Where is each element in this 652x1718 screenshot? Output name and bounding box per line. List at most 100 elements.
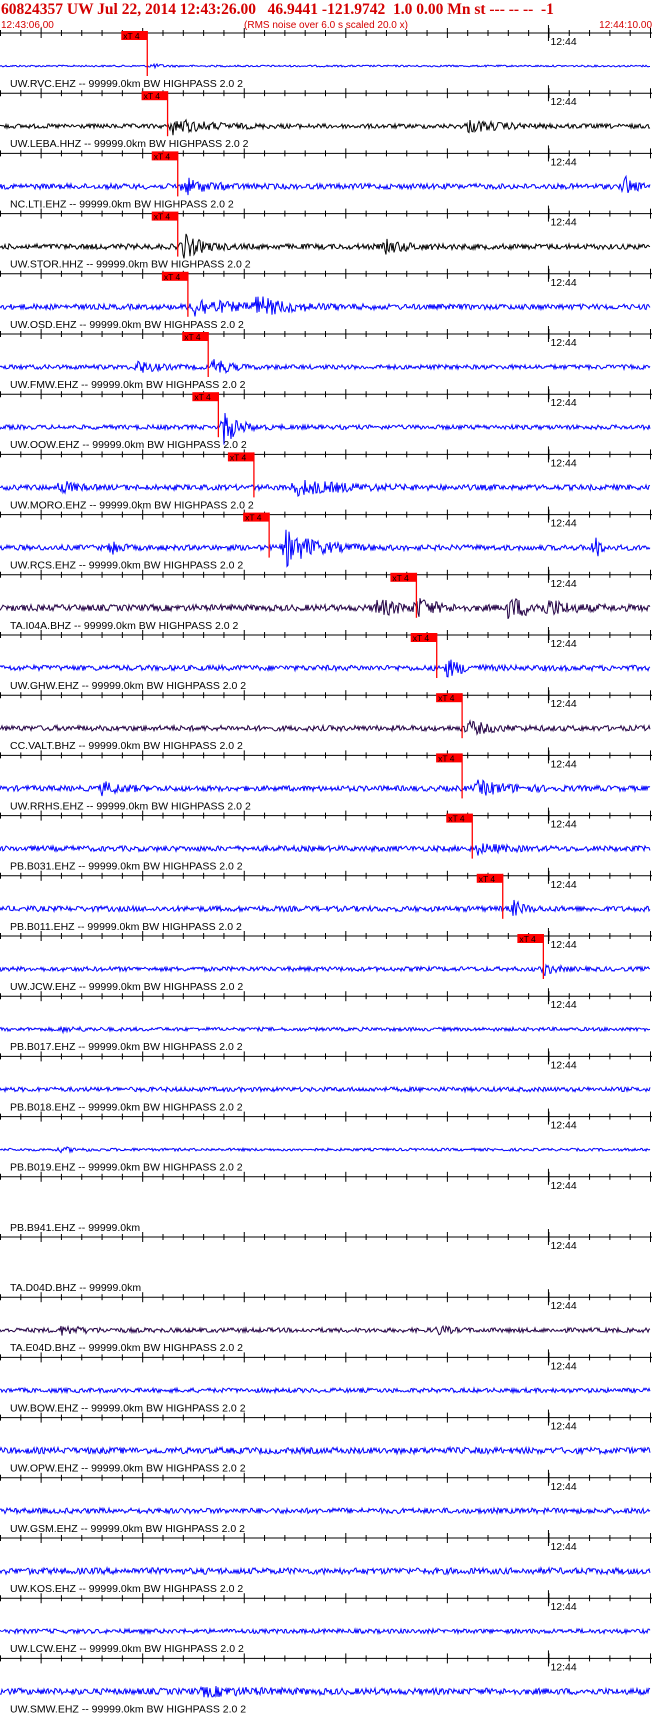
station-label: PB.B018.EHZ -- 99999.0km BW HIGHPASS 2.0… <box>10 1101 243 1113</box>
trace-row: 12:44 UW.FMW.EHZ -- 99999.0km BW HIGHPASS… <box>0 326 652 391</box>
pick-label: xT 4 <box>245 513 262 523</box>
trace-row: 12:44 PB.B017.EHZ -- 99999.0km BW HIGHPAS… <box>0 988 652 1053</box>
station-label: UW.RVC.EHZ -- 99999.0km BW HIGHPASS 2.0 … <box>10 78 243 90</box>
waveform <box>0 1566 651 1576</box>
minute-label: 12:44 <box>550 96 576 108</box>
minute-label: 12:44 <box>550 698 576 710</box>
waveform <box>0 296 651 317</box>
station-label: UW.OOW.EHZ -- 99999.0km BW HIGHPASS 2.0 … <box>10 439 247 451</box>
pick-label: xT 4 <box>164 272 181 282</box>
minute-label: 12:44 <box>550 758 576 770</box>
station-label: PB.B017.EHZ -- 99999.0km BW HIGHPASS 2.0… <box>10 1041 243 1053</box>
trace-row: 12:44 UW.RRHS.EHZ -- 99999.0km BW HIGHPAS… <box>0 747 652 812</box>
station-label: UW.OPW.EHZ -- 99999.0km BW HIGHPASS 2.0 … <box>10 1463 246 1475</box>
pick-label: xT 4 <box>194 392 211 402</box>
pick-label: xT 4 <box>144 91 161 101</box>
trace-row: 12:44 UW.OOW.EHZ -- 99999.0km BW HIGHPASS… <box>0 386 652 451</box>
pick-label: xT 4 <box>438 753 455 763</box>
minute-label: 12:44 <box>550 999 576 1011</box>
trace-row: 12:44 UW.KOS.EHZ -- 99999.0km BW HIGHPASS… <box>0 1530 652 1595</box>
station-label: PB.B011.EHZ -- 99999.0km BW HIGHPASS 2.0… <box>10 921 242 933</box>
trace-row: 12:44 UW.RCS.EHZ -- 99999.0km BW HIGHPASS… <box>0 506 652 572</box>
minute-label: 12:44 <box>550 1360 576 1372</box>
minute-label: 12:44 <box>550 939 576 951</box>
minute-label: 12:44 <box>550 1541 576 1553</box>
station-label: UW.FMW.EHZ -- 99999.0km BW HIGHPASS 2.0 … <box>10 379 246 391</box>
minute-label: 12:44 <box>550 1661 576 1673</box>
waveform <box>0 233 651 259</box>
station-label: TA.E04D.BHZ -- 99999.0km BW HIGHPASS 2.0… <box>10 1342 243 1354</box>
minute-label: 12:44 <box>550 518 576 530</box>
waveform <box>0 1324 651 1336</box>
trace-row: 12:44 UW.OPW.EHZ -- 99999.0km BW HIGHPASS… <box>0 1409 652 1475</box>
station-label: UW.RCS.EHZ -- 99999.0km BW HIGHPASS 2.0 … <box>10 560 243 572</box>
station-label: UW.KOS.EHZ -- 99999.0km BW HIGHPASS 2.0 … <box>10 1583 243 1595</box>
minute-label: 12:44 <box>550 638 576 650</box>
station-label: UW.SMW.EHZ -- 99999.0km BW HIGHPASS 2.0 … <box>10 1703 246 1715</box>
station-label: PB.B941.EHZ -- 99999.0km <box>10 1222 140 1234</box>
trace-row: 12:44 NC.LTI.EHZ -- 99999.0km BW HIGHPASS… <box>0 145 652 210</box>
pick-label: xT 4 <box>154 151 171 161</box>
pick-label: xT 4 <box>230 452 247 462</box>
trace-row: 12:44 TA.E04D.BHZ -- 99999.0km BW HIGHPAS… <box>0 1289 652 1354</box>
pick-label: xT 4 <box>438 693 455 703</box>
station-label: UW.MORO.EHZ -- 99999.0km BW HIGHPASS 2.0… <box>10 499 254 511</box>
minute-label: 12:44 <box>550 1481 576 1493</box>
minute-label: 12:44 <box>550 1421 576 1433</box>
waveform <box>0 659 651 678</box>
waveform <box>0 1685 651 1698</box>
trace-row: 12:44 UW.STOR.HHZ -- 99999.0km BW HIGHPAS… <box>0 205 652 271</box>
trace-row: 12:44 UW.OSD.EHZ -- 99999.0km BW HIGHPASS… <box>0 265 652 331</box>
pick-label: xT 4 <box>519 934 536 944</box>
station-label: UW.STOR.HHZ -- 99999.0km BW HIGHPASS 2.0… <box>10 259 251 271</box>
waveform <box>0 1627 651 1636</box>
waveform <box>0 1025 651 1035</box>
station-label: UW.RRHS.EHZ -- 99999.0km BW HIGHPASS 2.0… <box>10 800 251 812</box>
seismogram-plot: 12:44 UW.RVC.EHZ -- 99999.0km BW HIGHPASS… <box>0 25 652 1715</box>
station-label: UW.GSM.EHZ -- 99999.0km BW HIGHPASS 2.0 … <box>10 1523 245 1535</box>
trace-row: 12:44 UW.LCW.EHZ -- 99999.0km BW HIGHPASS… <box>0 1590 652 1655</box>
trace-row: 12:44 UW.RVC.EHZ -- 99999.0km BW HIGHPASS… <box>0 25 652 90</box>
waveform <box>0 1506 651 1516</box>
waveform <box>0 359 651 375</box>
pick-label: xT 4 <box>448 814 465 824</box>
waveform <box>0 1146 651 1154</box>
pick-label: xT 4 <box>154 212 171 222</box>
minute-label: 12:44 <box>550 277 576 289</box>
station-label: UW.LCW.EHZ -- 99999.0km BW HIGHPASS 2.0 … <box>10 1643 244 1655</box>
station-label: UW.LEBA.HHZ -- 99999.0km BW HIGHPASS 2.0… <box>10 138 249 150</box>
station-label: TA.D04D.BHZ -- 99999.0km <box>10 1282 141 1294</box>
waveform <box>0 1445 651 1456</box>
station-label: PB.B031.EHZ -- 99999.0km BW HIGHPASS 2.0… <box>10 861 243 873</box>
waveform <box>0 479 651 497</box>
minute-label: 12:44 <box>550 1120 576 1132</box>
minute-label: 12:44 <box>550 1059 576 1071</box>
trace-row: 12:44 PB.B031.EHZ -- 99999.0km BW HIGHPAS… <box>0 807 652 873</box>
minute-label: 12:44 <box>550 578 576 590</box>
trace-row: 12:44 UW.GHW.EHZ -- 99999.0km BW HIGHPASS… <box>0 627 652 692</box>
waveform <box>0 118 651 136</box>
trace-row: 12:44 PB.B019.EHZ -- 99999.0km BW HIGHPAS… <box>0 1108 652 1174</box>
minute-label: 12:44 <box>550 397 576 409</box>
waveform <box>0 598 651 620</box>
minute-label: 12:44 <box>550 217 576 229</box>
station-label: UW.JCW.EHZ -- 99999.0km BW HIGHPASS 2.0 … <box>10 981 243 993</box>
station-label: UW.BOW.EHZ -- 99999.0km BW HIGHPASS 2.0 … <box>10 1402 246 1414</box>
waveform <box>0 963 651 977</box>
station-label: TA.I04A.BHZ -- 99999.0km BW HIGHPASS 2.0… <box>10 620 239 632</box>
pick-label: xT 4 <box>392 573 409 583</box>
minute-label: 12:44 <box>550 1180 576 1192</box>
minute-label: 12:44 <box>550 879 576 891</box>
waveform <box>0 174 651 196</box>
trace-row: 12:44 UW.BOW.EHZ -- 99999.0km BW HIGHPASS… <box>0 1349 652 1414</box>
minute-label: 12:44 <box>550 819 576 831</box>
trace-row: 12:44 UW.JCW.EHZ -- 99999.0km BW HIGHPASS… <box>0 928 652 993</box>
trace-row: 12:44 TA.D04D.BHZ -- 99999.0km <box>0 1229 652 1294</box>
station-label: PB.B019.EHZ -- 99999.0km BW HIGHPASS 2.0… <box>10 1162 243 1174</box>
station-label: UW.OSD.EHZ -- 99999.0km BW HIGHPASS 2.0 … <box>10 319 244 331</box>
station-label: NC.LTI.EHZ -- 99999.0km BW HIGHPASS 2.0 … <box>10 198 234 210</box>
waveform <box>0 1085 651 1094</box>
trace-row: 12:44 PB.B018.EHZ -- 99999.0km BW HIGHPAS… <box>0 1048 652 1113</box>
trace-row: 12:44 UW.GSM.EHZ -- 99999.0km BW HIGHPASS… <box>0 1469 652 1535</box>
trace-row: 12:44 UW.MORO.EHZ -- 99999.0km BW HIGHPAS… <box>0 446 652 511</box>
